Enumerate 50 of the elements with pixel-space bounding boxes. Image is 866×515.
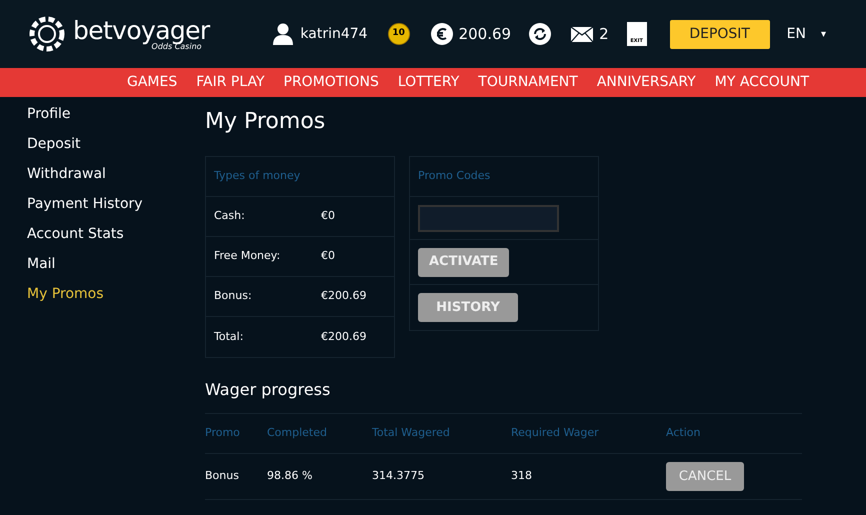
logo-icon — [27, 14, 67, 54]
money-value: €0 — [321, 248, 335, 264]
language-caret[interactable]: ▾ — [820, 26, 826, 42]
money-label: Cash: — [214, 208, 246, 224]
username[interactable]: katrin474 — [300, 24, 368, 44]
logo-tagline: Odds Casino — [152, 42, 202, 50]
logo-text: betvoyager — [73, 18, 210, 42]
sidebar-item[interactable]: Deposit — [27, 134, 205, 164]
money-label: Total: — [214, 328, 244, 345]
nav-link[interactable]: ANNIVERSARY — [596, 72, 696, 93]
sidebar-item[interactable]: Account Stats — [27, 224, 205, 254]
message-count[interactable]: 2 — [599, 22, 609, 46]
refresh-icon[interactable] — [529, 23, 552, 45]
table-heading: Types of money — [206, 157, 394, 197]
column-header: Total Wagered — [372, 425, 451, 442]
sidebar-item[interactable]: My Promos — [27, 284, 205, 314]
column-header: Action — [666, 425, 700, 442]
table-heading: Promo Codes — [410, 157, 598, 197]
table-cell-text: Bonus — [205, 468, 240, 484]
nav-link[interactable]: TOURNAMENT — [478, 72, 578, 93]
sidebar-item[interactable]: Payment History — [27, 194, 205, 224]
table-cell-text: 314.3775 — [372, 468, 426, 484]
mail-icon[interactable] — [571, 26, 594, 42]
user-icon[interactable] — [273, 23, 294, 45]
deposit-button[interactable]: DEPOSIT — [670, 20, 770, 48]
sidebar-item[interactable]: Mail — [27, 254, 205, 284]
page-title: My Promos — [205, 108, 326, 136]
money-value: €200.69 — [321, 288, 366, 304]
nav-link[interactable]: LOTTERY — [398, 72, 460, 93]
table-cell-text: 318 — [511, 468, 533, 484]
nav-link[interactable]: MY ACCOUNT — [714, 72, 810, 93]
nav-link[interactable]: PROMOTIONS — [284, 72, 379, 93]
euro-icon — [430, 23, 453, 45]
column-header: Promo — [205, 425, 241, 442]
coin-badge[interactable]: 10 — [388, 23, 410, 45]
promo-code-field[interactable] — [418, 204, 559, 232]
nav-link[interactable]: FAIR PLAY — [196, 72, 264, 93]
money-label: Free Money: — [214, 248, 282, 264]
column-header: Required Wager — [511, 425, 600, 442]
table-cell-text: 98.86 % — [267, 468, 314, 484]
money-label: Bonus: — [214, 288, 253, 304]
section-title: Wager progress — [205, 379, 332, 401]
money-value: €0 — [321, 208, 335, 224]
sidebar-item[interactable]: Withdrawal — [27, 164, 205, 194]
sidebar-item[interactable]: Profile — [27, 104, 205, 134]
column-header: Completed — [267, 425, 328, 442]
language-selector[interactable]: EN — [786, 24, 806, 44]
nav-link[interactable]: GAMES — [126, 72, 178, 93]
balance: 200.69 — [458, 24, 512, 45]
money-value: €200.69 — [321, 328, 366, 345]
